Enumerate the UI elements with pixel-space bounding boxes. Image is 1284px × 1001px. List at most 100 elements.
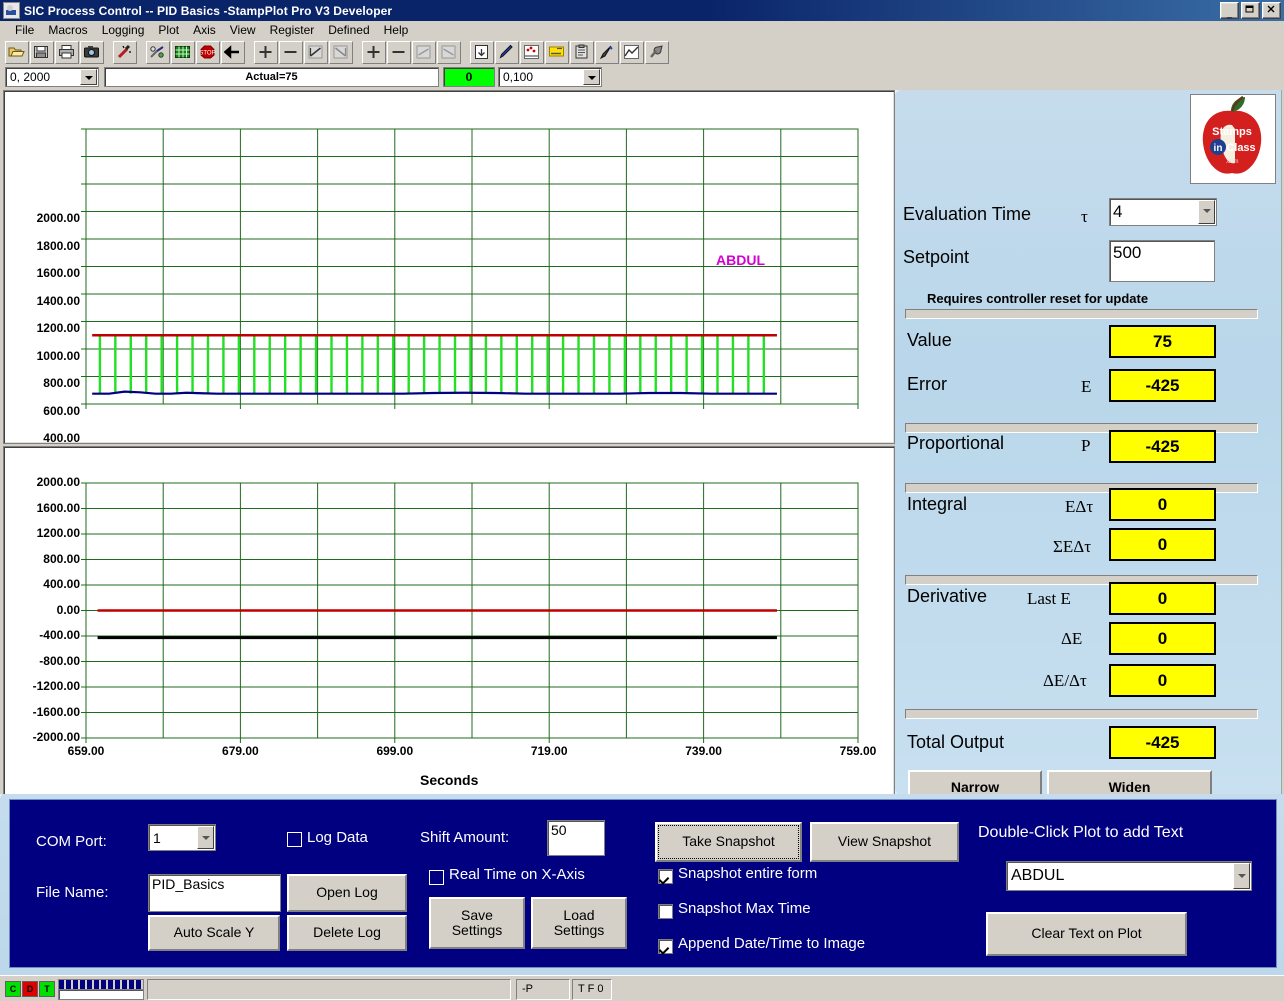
y-zoom-in-icon[interactable] <box>254 41 278 64</box>
status-led-c: C <box>5 981 21 997</box>
pointer-icon[interactable] <box>595 41 619 64</box>
load-settings-button[interactable]: Load Settings <box>531 897 627 949</box>
maximize-button[interactable] <box>1241 2 1260 19</box>
chevron-down-icon[interactable] <box>1198 200 1215 224</box>
evaluation-time-combo[interactable]: 4 <box>1109 198 1217 226</box>
x-shift-right-icon[interactable] <box>437 41 461 64</box>
clipboard-icon[interactable] <box>570 41 594 64</box>
chevron-down-icon[interactable] <box>583 69 600 85</box>
minimize-button[interactable]: _ <box>1220 2 1239 19</box>
derivative-label: Derivative <box>907 586 988 606</box>
menu-plot[interactable]: Plot <box>151 22 186 38</box>
y-range-combo[interactable]: 0, 2000 <box>5 67 99 87</box>
narrow-button[interactable]: Narrow <box>908 770 1042 794</box>
open-log-button[interactable]: Open Log <box>287 874 407 912</box>
snapshot-max-time-checkbox[interactable] <box>658 904 673 919</box>
plot-bottom-y-tick: -2000.00 <box>32 730 80 744</box>
chevron-down-icon[interactable] <box>80 69 97 85</box>
status-led-d-label: D <box>26 984 34 994</box>
com-port-combo[interactable]: 1 <box>148 824 216 851</box>
derivative-laste-readout-text: 0 <box>1157 588 1168 608</box>
plot-panel-top[interactable]: 0.00200.00400.00600.00800.001000.001200.… <box>3 90 895 525</box>
rate-value: 0,100 <box>503 70 534 84</box>
menu-macros[interactable]: Macros <box>41 22 94 38</box>
status-progress-bottom <box>58 989 144 1000</box>
status-led-t: T <box>39 981 55 997</box>
close-button[interactable] <box>1262 2 1281 19</box>
evaluation-time-symbol: τ <box>1081 207 1088 226</box>
plot-panel-bottom[interactable]: -2000.00 -1600.00 -1200.00 -800.00 -400.00 0.… <box>3 446 895 796</box>
real-time-checkbox[interactable] <box>429 870 444 885</box>
error-symbol: E <box>1081 377 1092 396</box>
view-snapshot-label: View Snapshot <box>837 833 932 850</box>
chevron-down-icon[interactable] <box>197 826 214 849</box>
widen-button[interactable]: Widen <box>1047 770 1212 794</box>
auto-scale-y-button[interactable]: Auto Scale Y <box>148 915 280 951</box>
stop-icon[interactable]: STOP <box>196 41 220 64</box>
x-shift-left-icon[interactable] <box>412 41 436 64</box>
svg-text:in: in <box>1214 143 1223 154</box>
analyze-icon[interactable] <box>620 41 644 64</box>
camera-icon[interactable] <box>80 41 104 64</box>
reset-note: Requires controller reset for update <box>927 291 1149 306</box>
status-led-d: D <box>22 981 38 997</box>
x-zoom-in-icon[interactable] <box>362 41 386 64</box>
y-shift-down-icon[interactable] <box>329 41 353 64</box>
setpoint-input[interactable]: 500 <box>1109 240 1215 282</box>
file-name-input[interactable]: PID_Basics <box>148 874 281 912</box>
plot-bottom-x-tick: 739.00 <box>685 744 722 758</box>
save-disk-icon[interactable] <box>30 41 54 64</box>
open-folder-icon[interactable] <box>5 41 29 64</box>
plot-top-y-tick: 400.00 <box>43 431 80 445</box>
plot-text-combo[interactable]: ABDUL <box>1006 861 1252 891</box>
rate-combo[interactable]: 0,100 <box>498 67 602 87</box>
export-icon[interactable] <box>470 41 494 64</box>
chevron-down-icon[interactable] <box>1233 863 1250 889</box>
pen-icon[interactable] <box>495 41 519 64</box>
separator-1 <box>905 309 1258 319</box>
bottom-controls-area: COM Port: 1 File Name: PID_Basics Auto S… <box>0 794 1284 975</box>
menu-view[interactable]: View <box>223 22 263 38</box>
menu-axis[interactable]: Axis <box>186 22 223 38</box>
settings-wrench-icon[interactable] <box>645 41 669 64</box>
grid-icon[interactable] <box>171 41 195 64</box>
take-snapshot-button[interactable]: Take Snapshot <box>655 822 802 862</box>
view-snapshot-button[interactable]: View Snapshot <box>810 822 959 862</box>
status-tf-text: T F 0 <box>578 983 604 995</box>
append-datetime-label: Append Date/Time to Image <box>678 935 866 952</box>
load-settings-label: Load Settings <box>553 906 605 938</box>
x-zoom-out-icon[interactable] <box>387 41 411 64</box>
back-arrow-icon[interactable] <box>221 41 245 64</box>
save-settings-button[interactable]: Save Settings <box>429 897 525 949</box>
delete-log-button[interactable]: Delete Log <box>287 915 407 951</box>
menu-help[interactable]: Help <box>377 22 416 38</box>
title-bar: SIC Process Control -- PID Basics -Stamp… <box>0 0 1284 21</box>
print-icon[interactable] <box>55 41 79 64</box>
derivative-laste-readout: 0 <box>1109 582 1216 615</box>
connect-icon[interactable] <box>146 41 170 64</box>
menu-logging[interactable]: Logging <box>95 22 152 38</box>
integral-edt-symbol: EΔτ <box>1065 497 1094 516</box>
highlighter-icon[interactable] <box>545 41 569 64</box>
y-shift-up-icon[interactable] <box>304 41 328 64</box>
wand-icon[interactable] <box>113 41 137 64</box>
evaluation-time-label: Evaluation Time <box>903 204 1032 224</box>
scatter-icon[interactable] <box>520 41 544 64</box>
menu-defined[interactable]: Defined <box>321 22 376 38</box>
plot-bottom-x-tick: 659.00 <box>67 744 105 758</box>
shift-amount-label: Shift Amount: <box>420 829 510 846</box>
menu-file[interactable]: File <box>8 22 41 38</box>
plot-bottom-y-tick: 1600.00 <box>36 500 80 515</box>
snapshot-entire-form-checkbox[interactable] <box>658 869 673 884</box>
shift-amount-input[interactable]: 50 <box>547 820 605 856</box>
log-data-checkbox[interactable] <box>287 832 302 847</box>
plot-bottom-y-tick: 0.00 <box>56 602 80 617</box>
status-readout-value: Actual=75 <box>245 71 298 83</box>
derivative-dedt-readout-text: 0 <box>1157 670 1168 690</box>
clear-text-button[interactable]: Clear Text on Plot <box>986 912 1187 956</box>
append-datetime-checkbox[interactable] <box>658 939 673 954</box>
y-zoom-out-icon[interactable] <box>279 41 303 64</box>
plot-bottom-canvas <box>81 482 859 795</box>
menu-register[interactable]: Register <box>263 22 322 38</box>
bottom-blue-panel: COM Port: 1 File Name: PID_Basics Auto S… <box>9 799 1277 968</box>
